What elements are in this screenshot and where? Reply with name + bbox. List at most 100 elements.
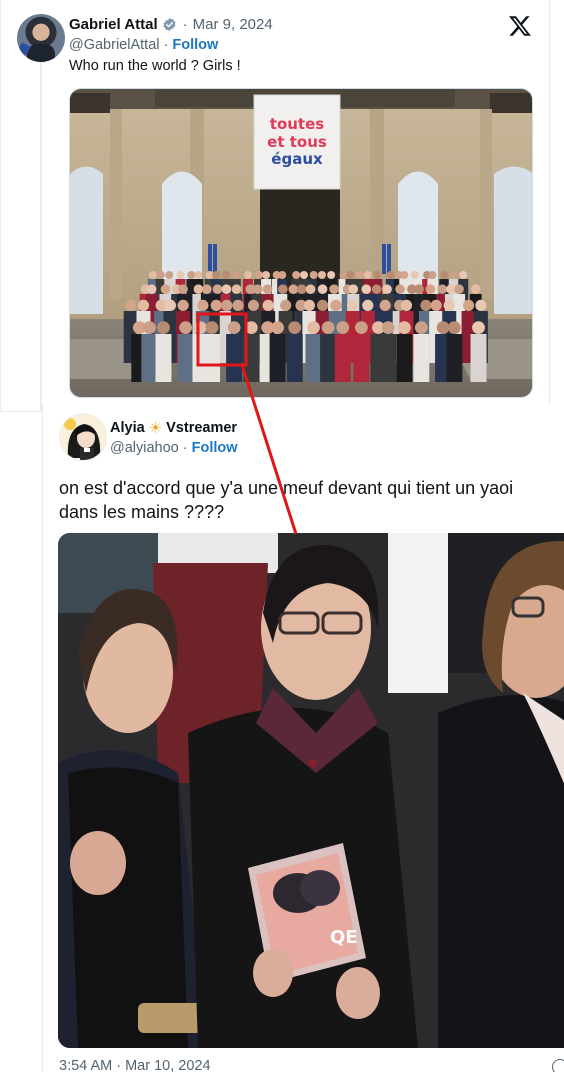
crowd-person-head <box>414 321 428 334</box>
crowd-person-head <box>221 271 230 279</box>
verified-badge-icon <box>163 17 176 31</box>
crowd-person-head <box>262 271 271 279</box>
crowd-person-head <box>420 299 432 311</box>
crowd-person-body <box>226 334 243 382</box>
display-name[interactable]: Gabriel Attal <box>69 16 158 33</box>
crowd-person-head <box>430 299 442 311</box>
crowd-person-head <box>436 321 450 334</box>
display-name[interactable]: Alyia <box>110 420 145 436</box>
crowd-person-head <box>397 321 411 334</box>
crowd-person-head <box>355 321 368 334</box>
crowd-person-body <box>446 334 463 382</box>
crowd-person-head <box>321 321 335 334</box>
crowd-person-head <box>327 271 336 279</box>
crowd-person-head <box>317 284 328 294</box>
crowd-person-head <box>443 299 455 311</box>
crowd-person-head <box>164 299 176 311</box>
crowd-person-head <box>160 284 171 294</box>
crowd-person-body <box>155 334 172 382</box>
follow-button[interactable]: Follow <box>172 37 218 53</box>
crowd-person-head <box>425 284 436 294</box>
crowd-person-body <box>334 334 351 382</box>
crowd-person-head <box>299 271 308 279</box>
crowd-person-head <box>262 299 274 311</box>
separator-dot: · <box>182 15 188 33</box>
crowd-person-head <box>194 271 203 279</box>
crowd-person-body <box>470 334 487 382</box>
crowd-person-head <box>437 284 448 294</box>
crowd-person-body <box>204 334 221 382</box>
crowd-person-head <box>262 284 273 294</box>
tweet-photo-closeup[interactable]: QE <box>58 533 564 1048</box>
crowd-person-body <box>269 334 286 382</box>
crowd-person-head <box>288 284 299 294</box>
crowd-person-head <box>440 271 449 279</box>
crowd-person-head <box>449 271 458 279</box>
tweet-text-line-2: dans les mains ???? <box>59 502 225 522</box>
avatar[interactable] <box>17 14 65 62</box>
crowd-person-head <box>193 284 204 294</box>
crowd-person-head <box>454 284 464 294</box>
crowd-person-head <box>317 271 326 279</box>
crowd-person-head <box>221 284 232 294</box>
crowd-person-head <box>470 284 481 294</box>
crowd-person-head <box>221 299 233 311</box>
crowd-person-head <box>373 271 382 279</box>
x-logo-icon[interactable] <box>508 14 532 38</box>
crowd-person-head <box>194 321 207 334</box>
crowd-person-head <box>414 284 424 294</box>
tweet1-header: Gabriel Attal · Mar 9, 2024 <box>69 14 273 34</box>
crowd-person-head <box>178 284 188 294</box>
info-icon[interactable] <box>552 1059 564 1072</box>
avatar[interactable] <box>59 413 107 461</box>
tweet-photo-group[interactable]: toutes et tous égaux <box>69 88 533 398</box>
banner-line-1: toutes <box>270 115 324 133</box>
crowd-person-head <box>148 271 157 279</box>
crowd-person-head <box>247 299 260 311</box>
tweet-text: Who run the world ? Girls ! <box>69 58 241 74</box>
book-title: QE <box>330 927 358 948</box>
crowd-person-body <box>396 334 413 382</box>
crowd-person-head <box>278 271 287 279</box>
crowd-person-head <box>336 321 350 334</box>
crowd-person-head <box>339 271 348 279</box>
crowd-person-head <box>243 271 252 279</box>
display-name-suffix[interactable]: Vstreamer <box>166 420 237 436</box>
crowd-person-head <box>278 284 288 294</box>
crowd-person-body <box>353 334 370 382</box>
crowd-person-head <box>231 284 242 294</box>
crowd-person-head <box>410 271 419 279</box>
crowd-person-head <box>379 299 391 311</box>
crowd-person-head <box>244 321 258 334</box>
crowd-person-head <box>165 271 174 279</box>
closeup-photo-illustration: QE <box>58 533 564 1048</box>
tweet-date[interactable]: Mar 9, 2024 <box>193 16 273 33</box>
crowd-person-head <box>255 271 264 279</box>
crowd-person-head <box>271 321 284 334</box>
crowd-person-head <box>459 271 468 279</box>
crowd-person-head <box>462 299 475 311</box>
user-handle[interactable]: @GabrielAttal <box>69 37 159 53</box>
crowd-person-head <box>146 284 157 294</box>
crowd-person-head <box>232 299 244 311</box>
crowd-person-head <box>156 271 165 279</box>
separator-dot: · <box>182 440 192 456</box>
crowd-person-head <box>382 284 392 294</box>
crowd-person-head <box>309 271 318 279</box>
user-handle[interactable]: @alyiahoo <box>110 440 179 456</box>
crowd-person-head <box>361 284 372 294</box>
banner-line-3: égaux <box>271 150 323 168</box>
crowd-person-body <box>141 334 158 382</box>
sun-icon: ☀ <box>148 420 163 437</box>
crowd-person-head <box>197 299 209 311</box>
crowd-person-head <box>280 299 292 311</box>
crowd-person-head <box>363 271 372 279</box>
crowd-person-head <box>205 321 219 334</box>
crowd-person-head <box>371 284 382 294</box>
tweet-timestamp[interactable]: 3:54 AM · Mar 10, 2024 <box>59 1058 211 1072</box>
crowd-person-head <box>288 321 302 334</box>
crowd-person-body <box>320 334 337 382</box>
follow-button[interactable]: Follow <box>192 440 238 456</box>
tweet-text: on est d'accord que y'a une meuf devant … <box>59 476 564 524</box>
crowd-person-head <box>475 299 487 311</box>
